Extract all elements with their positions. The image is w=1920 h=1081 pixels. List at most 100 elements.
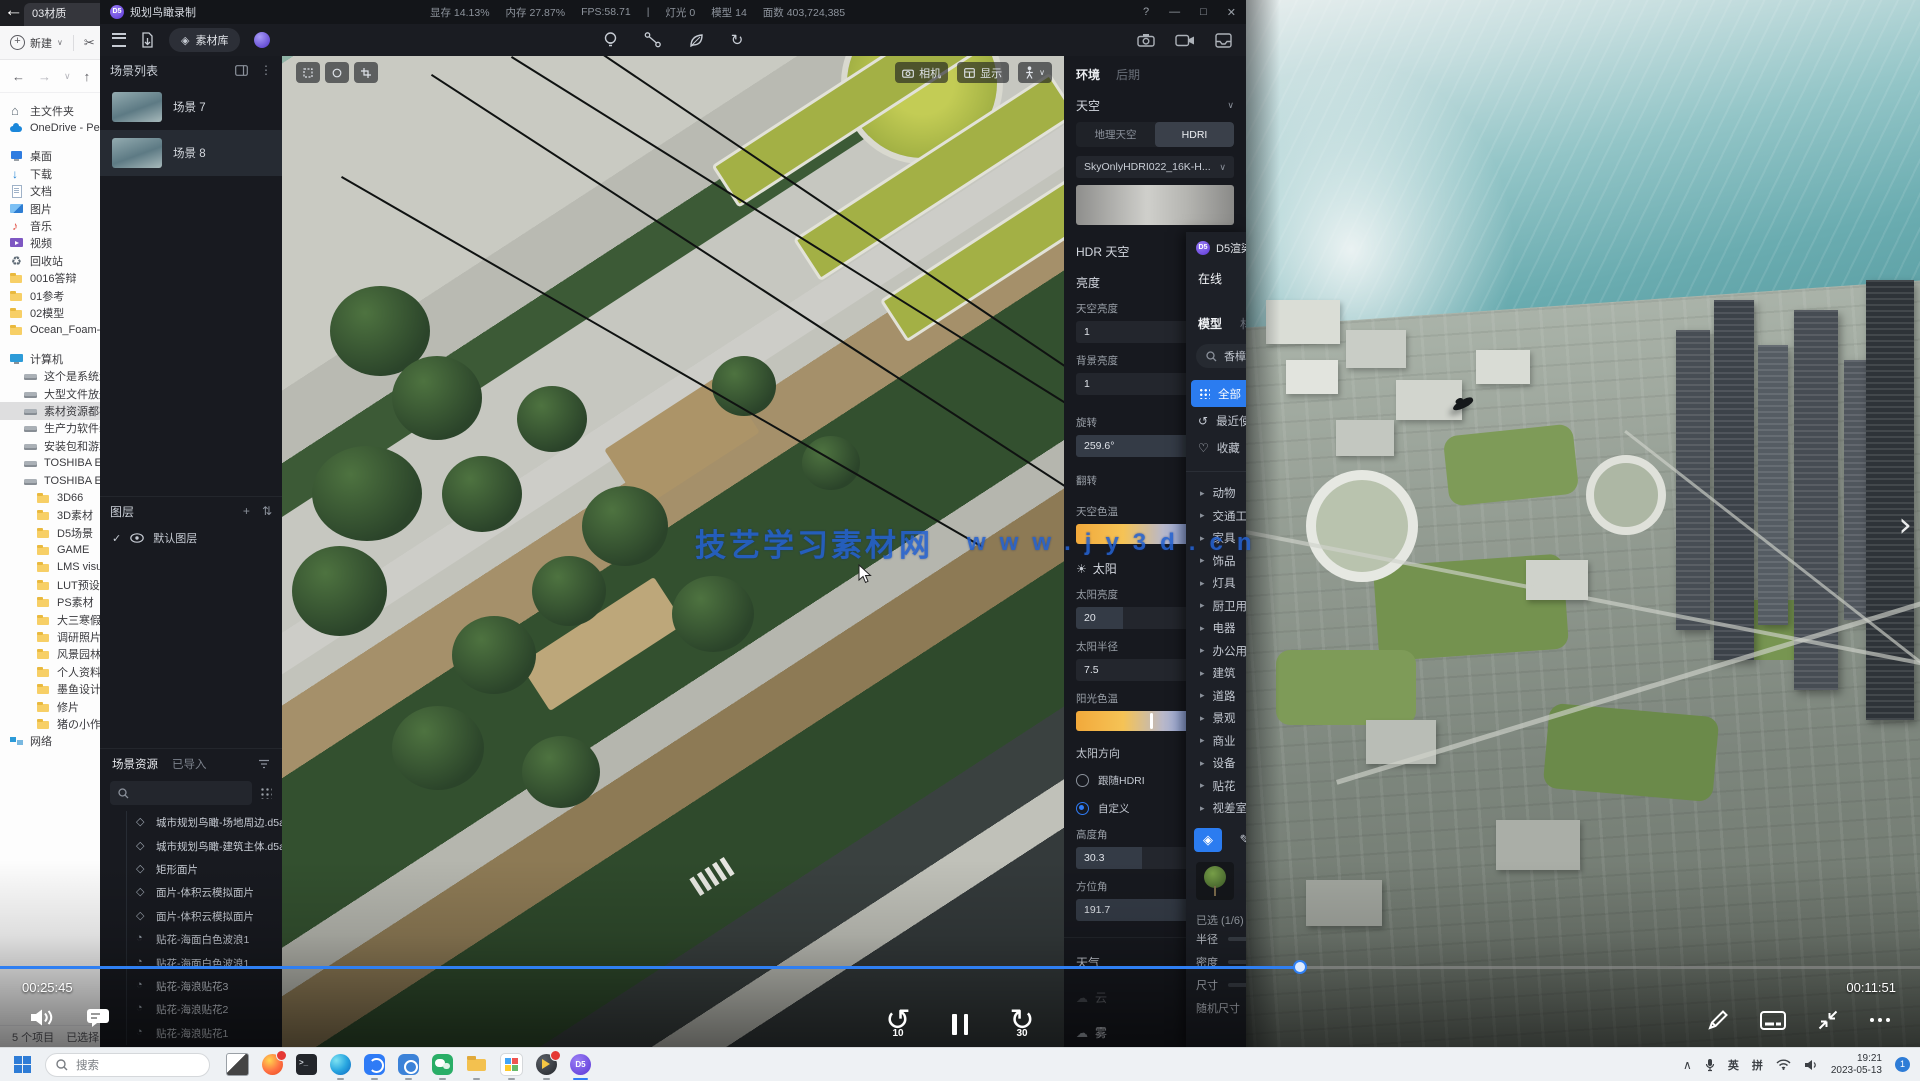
screenshot-camera-icon[interactable] [1137, 33, 1155, 47]
filter-icon[interactable] [258, 759, 270, 769]
library-search-input[interactable]: 香樟 [1196, 344, 1246, 368]
camera-button[interactable]: 相机 [895, 62, 948, 83]
notification-count-badge[interactable]: 1 [1895, 1057, 1910, 1072]
nav-back-icon[interactable]: ← [12, 69, 25, 84]
hdri-dropdown[interactable]: SkyOnlyHDRI022_16K-H... ∨ [1076, 156, 1234, 178]
category-item[interactable]: ▸ 贴花 [1186, 775, 1246, 798]
explorer-tab[interactable]: 03材质 [24, 3, 106, 26]
crop-tool-icon[interactable] [354, 62, 378, 83]
edit-pencil-icon[interactable] [1706, 1008, 1730, 1032]
display-button[interactable]: 显示 [957, 62, 1009, 83]
panel-layout-icon[interactable] [235, 65, 248, 76]
add-layer-icon[interactable]: + [243, 504, 250, 518]
task-view-icon[interactable] [226, 1053, 249, 1076]
browser-app-icon[interactable] [364, 1054, 385, 1075]
pencil-icon[interactable]: ✎ [1231, 828, 1246, 852]
import-file-icon[interactable] [140, 32, 155, 48]
category-item[interactable]: ▸ 办公用品 [1186, 640, 1246, 663]
path-tool-icon[interactable] [644, 32, 662, 48]
asset-library-button[interactable]: ◈ 素材库 [169, 28, 240, 52]
resource-item[interactable]: 贴花-海面白色波浪1 [127, 951, 282, 974]
ime-pinyin-indicator[interactable]: 拼 [1752, 1057, 1763, 1073]
media-player-icon[interactable] [536, 1054, 557, 1075]
resource-item[interactable]: 城市规划鸟瞰-场地周边.d5a [127, 811, 282, 834]
grid-view-icon[interactable] [260, 787, 272, 799]
category-item[interactable]: ▸ 商业 [1186, 730, 1246, 753]
resource-item[interactable]: 面片-体积云模拟面片 [127, 905, 282, 928]
edge-browser-icon[interactable] [330, 1054, 351, 1075]
sort-layers-icon[interactable]: ⇅ [262, 504, 272, 518]
nav-up-icon[interactable]: ↑ [84, 69, 91, 84]
hdri-option[interactable]: HDRI [1155, 122, 1234, 147]
cut-icon[interactable]: ✂ [84, 35, 95, 51]
category-item[interactable]: ▸ 视差室内 [1186, 797, 1246, 820]
slider-track[interactable] [1228, 937, 1246, 941]
d5-render-icon[interactable] [570, 1054, 591, 1075]
file-explorer-icon[interactable] [466, 1054, 487, 1075]
vegetation-tool-icon[interactable] [688, 32, 705, 49]
category-item[interactable]: ▸ 动物 [1186, 482, 1246, 505]
slider-row[interactable]: 尺寸 [1186, 974, 1246, 997]
taskbar-search[interactable]: 搜索 [45, 1053, 210, 1077]
nav-all[interactable]: 全部 [1191, 380, 1246, 407]
place-brush-icon[interactable]: ◈ [1194, 828, 1222, 852]
visibility-eye-icon[interactable] [130, 533, 144, 543]
wechat-icon[interactable] [432, 1054, 453, 1075]
firefox-icon[interactable] [262, 1054, 283, 1075]
tab-scene-resources[interactable]: 场景资源 [112, 756, 158, 772]
category-item[interactable]: ▸ 灯具 [1186, 572, 1246, 595]
resource-item[interactable]: 矩形面片 [127, 858, 282, 881]
microphone-icon[interactable] [1705, 1058, 1715, 1072]
scene-item[interactable]: 场景 7 [100, 84, 282, 130]
nav-history-icon[interactable]: ∨ [64, 71, 71, 82]
nav-recent[interactable]: ↺ 最近使用 [1186, 407, 1246, 434]
security-app-icon[interactable] [398, 1054, 419, 1075]
terminal-icon[interactable] [296, 1054, 317, 1075]
render-queue-icon[interactable] [1215, 33, 1232, 48]
material-sphere-icon[interactable] [254, 32, 270, 48]
resource-item[interactable]: 贴花-海面白色波浪1 [127, 928, 282, 951]
asset-thumbnail-tree[interactable] [1196, 862, 1234, 900]
history-tool-icon[interactable]: ↻ [731, 33, 744, 48]
category-item[interactable]: ▸ 道路 [1186, 685, 1246, 708]
light-tool-icon[interactable] [603, 31, 618, 49]
nav-favorites[interactable]: ♡ 收藏 [1186, 434, 1246, 461]
slider-track[interactable] [1228, 983, 1246, 987]
scene-item[interactable]: 场景 8 [100, 130, 282, 176]
category-item[interactable]: ▸ 设备 [1186, 752, 1246, 775]
hdri-preview[interactable] [1076, 185, 1234, 225]
menu-icon[interactable] [112, 33, 126, 47]
select-tool-icon[interactable] [296, 62, 320, 83]
walk-mode-button[interactable]: ∨ [1018, 62, 1052, 83]
nav-forward-icon[interactable]: → [38, 69, 51, 84]
tab-post-processing[interactable]: 后期 [1116, 66, 1140, 83]
tab-models[interactable]: 模型 [1198, 315, 1222, 332]
help-icon[interactable]: ? [1143, 6, 1149, 18]
exit-fullscreen-icon[interactable] [1816, 1008, 1840, 1032]
minimize-icon[interactable]: — [1169, 6, 1180, 18]
category-item[interactable]: ▸ 景观 [1186, 707, 1246, 730]
rendered-city-video[interactable]: › [1246, 0, 1920, 1047]
resource-item[interactable]: 面片-体积云模拟面片 [127, 881, 282, 904]
start-button[interactable] [14, 1056, 31, 1073]
close-icon[interactable]: ✕ [1227, 6, 1236, 19]
slider-row[interactable]: 半径 [1186, 928, 1246, 951]
forward-30-button[interactable]: ↻30 [1006, 1006, 1038, 1038]
category-item[interactable]: ▸ 厨卫用品 [1186, 595, 1246, 618]
new-button[interactable]: + 新建 ∨ [10, 35, 63, 51]
more-options-icon[interactable] [1870, 1009, 1890, 1031]
playback-progress-bar[interactable] [0, 966, 1920, 969]
category-item[interactable]: ▸ 建筑 [1186, 662, 1246, 685]
tab-materials[interactable]: 材质 [1240, 315, 1246, 332]
wifi-icon[interactable] [1776, 1059, 1791, 1070]
sky-section-header[interactable]: 天空∨ [1076, 97, 1234, 114]
resource-item[interactable]: 贴花-海浪贴花3 [127, 975, 282, 998]
resource-item[interactable]: 城市规划鸟瞰-建筑主体.d5a [127, 834, 282, 857]
next-arrow-icon[interactable]: › [1898, 505, 1912, 545]
progress-handle[interactable] [1293, 960, 1307, 974]
slider-track[interactable] [1228, 960, 1246, 964]
tab-environment[interactable]: 环境 [1076, 66, 1100, 83]
category-item[interactable]: ▸ 电器 [1186, 617, 1246, 640]
ime-english-indicator[interactable]: 英 [1728, 1057, 1739, 1073]
photos-app-icon[interactable] [500, 1053, 523, 1076]
